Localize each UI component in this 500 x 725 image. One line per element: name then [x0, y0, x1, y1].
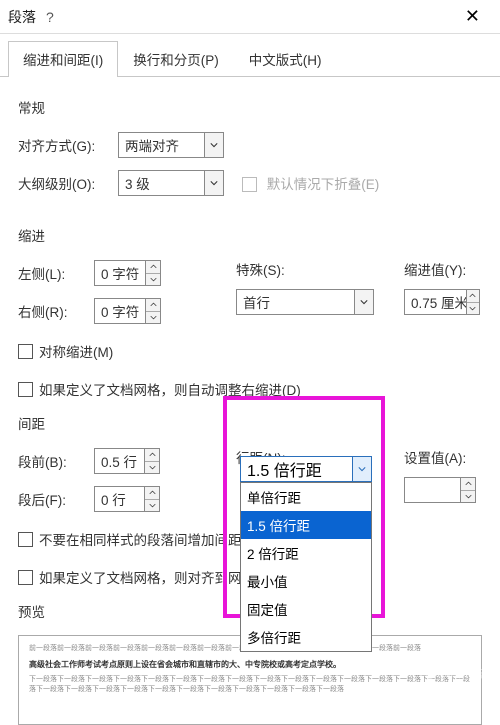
indent-value-spinner[interactable]: 0.75 厘米: [404, 289, 480, 315]
spinner-up-icon[interactable]: [145, 449, 159, 462]
chevron-down-icon[interactable]: [204, 170, 224, 196]
spinner-up-icon[interactable]: [146, 261, 160, 274]
set-value-label: 设置值(A):: [404, 447, 482, 467]
section-indent: 缩进: [18, 225, 482, 245]
no-same-style-space-label: 不要在相同样式的段落间增加间距: [39, 529, 242, 549]
snap-grid-checkbox[interactable]: [18, 570, 33, 585]
tab-strip: 缩进和间距(I) 换行和分页(P) 中文版式(H): [0, 34, 500, 77]
alignment-combo[interactable]: 两端对齐: [118, 132, 224, 158]
indent-left-label: 左侧(L):: [18, 263, 94, 283]
close-button[interactable]: ✕: [453, 2, 492, 31]
section-general: 常规: [18, 97, 482, 117]
spinner-down-icon[interactable]: [467, 303, 479, 315]
indent-left-spinner[interactable]: 0 字符: [94, 260, 161, 286]
special-indent-combo[interactable]: 首行: [236, 289, 376, 315]
mirror-indent-checkbox[interactable]: [18, 344, 33, 359]
collapse-default-label: 默认情况下折叠(E): [267, 177, 380, 192]
spinner-down-icon[interactable]: [461, 491, 475, 503]
option-exactly[interactable]: 固定值: [241, 595, 371, 623]
spinner-up-icon[interactable]: [146, 299, 160, 312]
outline-level-label: 大纲级别(O):: [18, 173, 118, 193]
watermark: @ 偶西小嗒嗒: [425, 665, 494, 681]
spinner-up-icon[interactable]: [145, 487, 159, 500]
spinner-down-icon[interactable]: [145, 462, 159, 474]
indent-right-label: 右侧(R):: [18, 301, 94, 321]
chevron-down-icon[interactable]: [354, 289, 374, 315]
collapse-default-checkbox: [242, 177, 257, 192]
option-multiple[interactable]: 多倍行距: [241, 623, 371, 651]
alignment-label: 对齐方式(G):: [18, 135, 118, 155]
tab-indent-spacing[interactable]: 缩进和间距(I): [8, 41, 118, 77]
chevron-down-icon[interactable]: [352, 456, 372, 482]
alignment-value: 两端对齐: [118, 132, 204, 158]
outline-value: 3 级: [118, 170, 204, 196]
outline-level-combo[interactable]: 3 级: [118, 170, 224, 196]
space-before-spinner[interactable]: 0.5 行: [94, 448, 160, 474]
line-spacing-value: 1.5 倍行距: [240, 456, 352, 482]
indent-value-label: 缩进值(Y):: [404, 259, 482, 279]
indent-right-spinner[interactable]: 0 字符: [94, 298, 161, 324]
special-label: 特殊(S):: [236, 259, 386, 279]
option-single[interactable]: 单倍行距: [241, 483, 371, 511]
chevron-down-icon[interactable]: [204, 132, 224, 158]
spinner-down-icon[interactable]: [145, 500, 159, 512]
no-same-style-space-checkbox[interactable]: [18, 532, 33, 547]
spinner-down-icon[interactable]: [146, 312, 160, 324]
spinner-down-icon[interactable]: [146, 274, 160, 286]
grid-indent-label: 如果定义了文档网格，则自动调整右缩进(D): [39, 379, 301, 399]
space-after-spinner[interactable]: 0 行: [94, 486, 160, 512]
spinner-up-icon[interactable]: [467, 290, 479, 303]
spinner-up-icon[interactable]: [461, 478, 475, 491]
option-at-least[interactable]: 最小值: [241, 567, 371, 595]
line-spacing-combo-open[interactable]: 1.5 倍行距 单倍行距 1.5 倍行距 2 倍行距 最小值 固定值 多倍行距: [240, 456, 372, 652]
help-button[interactable]: ?: [36, 5, 64, 29]
option-1-5[interactable]: 1.5 倍行距: [241, 511, 371, 539]
dialog-title: 段落: [8, 7, 36, 27]
mirror-indent-label: 对称缩进(M): [39, 341, 113, 361]
tab-line-page-breaks[interactable]: 换行和分页(P): [118, 41, 234, 77]
space-after-label: 段后(F):: [18, 489, 94, 509]
line-spacing-options: 单倍行距 1.5 倍行距 2 倍行距 最小值 固定值 多倍行距: [240, 482, 372, 652]
tab-asian-typography[interactable]: 中文版式(H): [234, 41, 337, 77]
space-before-label: 段前(B):: [18, 451, 94, 471]
snap-grid-label: 如果定义了文档网格，则对齐到网格: [39, 567, 255, 587]
section-spacing: 间距: [18, 413, 482, 433]
set-value-spinner[interactable]: [404, 477, 480, 503]
option-double[interactable]: 2 倍行距: [241, 539, 371, 567]
grid-indent-checkbox[interactable]: [18, 382, 33, 397]
